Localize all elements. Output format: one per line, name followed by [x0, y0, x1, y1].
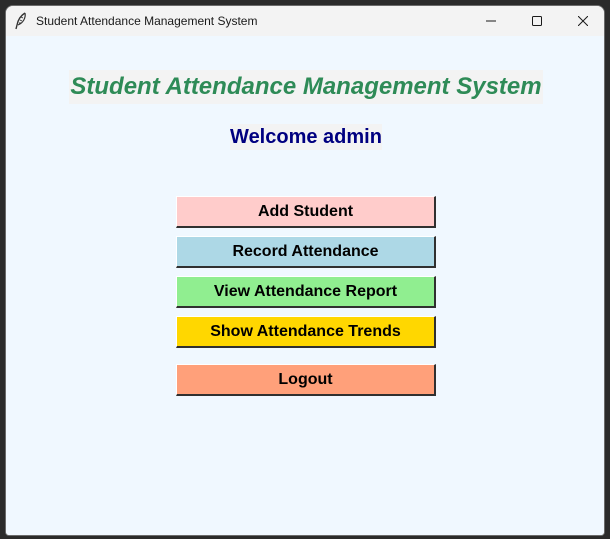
maximize-button[interactable]	[514, 6, 560, 36]
show-attendance-trends-button[interactable]: Show Attendance Trends	[176, 316, 436, 348]
minimize-button[interactable]	[468, 6, 514, 36]
logout-button[interactable]: Logout	[176, 364, 436, 396]
record-attendance-button[interactable]: Record Attendance	[176, 236, 436, 268]
view-attendance-report-button[interactable]: View Attendance Report	[176, 276, 436, 308]
add-student-button[interactable]: Add Student	[176, 196, 436, 228]
main-panel: Student Attendance Management System Wel…	[6, 36, 604, 535]
feather-icon	[15, 12, 26, 30]
welcome-label: Welcome admin	[230, 124, 382, 150]
page-title: Student Attendance Management System	[69, 70, 543, 104]
minimize-icon	[486, 20, 496, 22]
app-window: Student Attendance Management System Stu…	[5, 5, 605, 536]
close-button[interactable]	[560, 6, 604, 36]
window-title: Student Attendance Management System	[36, 14, 258, 28]
title-bar[interactable]: Student Attendance Management System	[6, 6, 604, 36]
close-icon	[578, 16, 588, 26]
maximize-icon	[532, 16, 542, 26]
